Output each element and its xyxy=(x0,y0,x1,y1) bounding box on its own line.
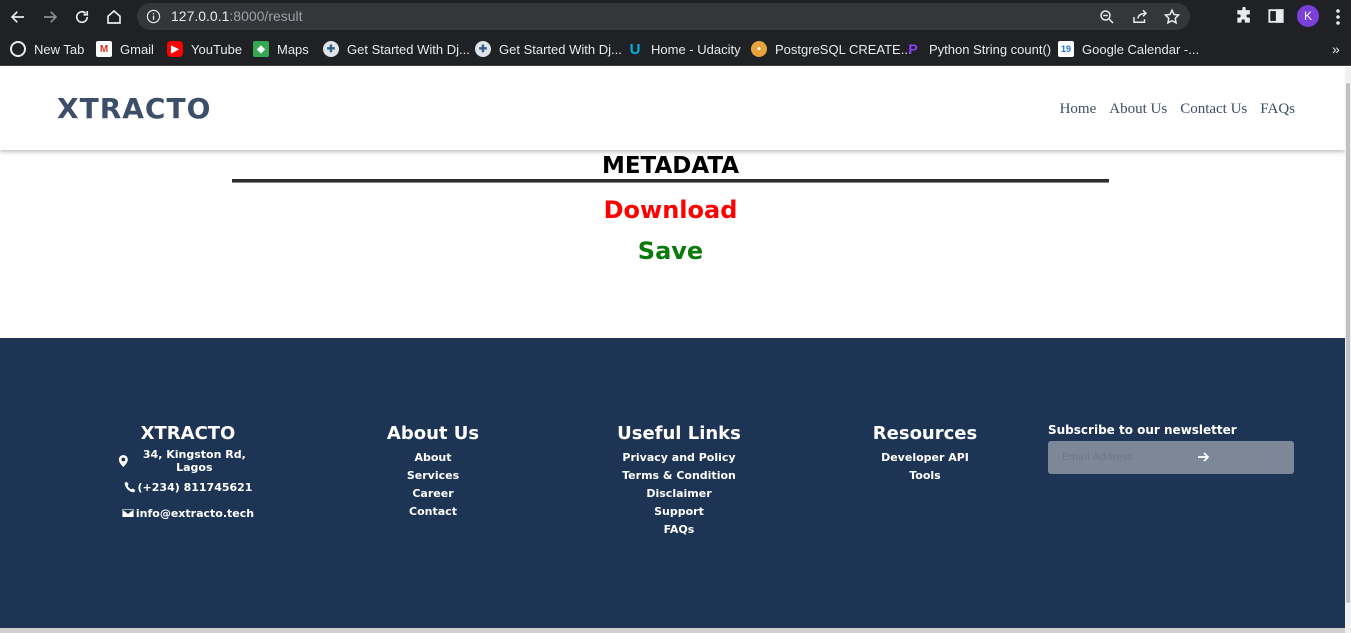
footer-link-terms[interactable]: Terms & Condition xyxy=(609,467,749,485)
python-icon: ✚ xyxy=(323,41,339,57)
footer-about-column: About Us About Services Career Contact xyxy=(373,423,493,521)
youtube-icon: ▶ xyxy=(167,41,183,57)
programiz-icon: P xyxy=(908,41,918,57)
url-text[interactable]: 127.0.0.1:8000/result xyxy=(171,8,303,24)
save-button[interactable]: Save xyxy=(0,237,1341,265)
footer-link-privacy[interactable]: Privacy and Policy xyxy=(609,449,749,467)
footer-address: 34, Kingston Rd, Lagos xyxy=(118,448,258,474)
bookmark-item[interactable]: P Python String count() xyxy=(905,40,1051,58)
address-bar[interactable]: 127.0.0.1:8000/result xyxy=(137,3,1190,30)
footer-link-tools[interactable]: Tools xyxy=(865,467,985,485)
footer-brand-title: XTRACTO xyxy=(140,423,236,444)
location-pin-icon xyxy=(118,455,128,467)
bookmark-label: Google Calendar -... xyxy=(1082,41,1200,57)
gmail-icon: M xyxy=(96,41,112,57)
share-icon[interactable] xyxy=(1131,8,1149,26)
footer-phone: (+234) 811745621 xyxy=(118,478,258,496)
site-header: XTRACTO Home About Us Contact Us FAQs xyxy=(0,67,1345,150)
footer-brand-column: XTRACTO 34, Kingston Rd, Lagos (+234) 81… xyxy=(118,423,258,522)
site-logo[interactable]: XTRACTO xyxy=(57,92,211,125)
extensions-icon[interactable] xyxy=(1234,6,1254,26)
bookmark-item[interactable]: 19 Google Calendar -... xyxy=(1058,40,1199,58)
udacity-icon: U xyxy=(629,40,641,58)
nav-home[interactable]: Home xyxy=(1060,101,1097,118)
scrollbar-thumb[interactable] xyxy=(1346,83,1350,603)
bookmarks-bar: New Tab M Gmail ▶ YouTube ◆ Maps ✚ Get S… xyxy=(0,33,1351,66)
bookmark-star-icon[interactable] xyxy=(1163,8,1181,26)
footer-link-developer-api[interactable]: Developer API xyxy=(865,449,985,467)
bookmark-label: Python String count() xyxy=(929,41,1052,57)
footer-email: info@extracto.tech xyxy=(118,504,258,522)
footer-link-disclaimer[interactable]: Disclaimer xyxy=(609,485,749,503)
bookmark-item[interactable]: ✚ Get Started With Dj... xyxy=(475,40,622,58)
footer-link-about[interactable]: About xyxy=(373,449,493,467)
globe-icon xyxy=(10,41,26,57)
nav-contact[interactable]: Contact Us xyxy=(1180,101,1247,118)
footer-link-contact[interactable]: Contact xyxy=(373,503,493,521)
page-title: METADATA xyxy=(601,153,740,179)
phone-icon xyxy=(124,481,135,493)
footer-about-title: About Us xyxy=(386,423,480,444)
browser-toolbar: 127.0.0.1:8000/result K xyxy=(0,0,1351,33)
page-scrollbar[interactable] xyxy=(1345,67,1351,633)
bookmark-item[interactable]: M Gmail xyxy=(96,40,154,58)
web-page: XTRACTO Home About Us Contact Us FAQs ME… xyxy=(0,67,1345,633)
footer-useful-title: Useful Links xyxy=(617,423,741,444)
footer-link-support[interactable]: Support xyxy=(609,503,749,521)
title-divider xyxy=(232,179,1109,183)
footer-link-career[interactable]: Career xyxy=(373,485,493,503)
back-icon[interactable] xyxy=(6,5,30,29)
python-icon: ✚ xyxy=(475,41,491,57)
bookmarks-overflow-icon[interactable]: » xyxy=(1332,41,1340,57)
menu-icon[interactable] xyxy=(1331,7,1345,27)
footer-resources-column: Resources Developer API Tools xyxy=(865,423,985,485)
postgres-icon: • xyxy=(751,41,767,57)
forward-icon[interactable] xyxy=(38,5,62,29)
site-info-icon[interactable] xyxy=(146,9,161,24)
bookmark-item[interactable]: ◆ Maps xyxy=(253,40,309,58)
download-button[interactable]: Download xyxy=(0,196,1341,224)
main-nav: Home About Us Contact Us FAQs xyxy=(1060,101,1295,118)
nav-about[interactable]: About Us xyxy=(1109,101,1167,118)
bookmark-label: Maps xyxy=(277,41,309,57)
reload-icon[interactable] xyxy=(70,5,94,29)
footer-resources-title: Resources xyxy=(872,423,978,444)
bookmark-label: YouTube xyxy=(191,41,243,57)
footer-bottom-strip xyxy=(0,628,1345,633)
bookmark-item[interactable]: • PostgreSQL CREATE... xyxy=(751,40,912,58)
side-panel-icon[interactable] xyxy=(1266,6,1286,26)
arrow-right-icon[interactable] xyxy=(1196,450,1210,464)
bookmark-item[interactable]: ✚ Get Started With Dj... xyxy=(323,40,470,58)
bookmark-label: PostgreSQL CREATE... xyxy=(775,41,912,57)
maps-icon: ◆ xyxy=(253,41,269,57)
footer-link-faqs[interactable]: FAQs xyxy=(609,521,749,539)
zoom-icon[interactable] xyxy=(1098,8,1116,26)
footer-useful-column: Useful Links Privacy and Policy Terms & … xyxy=(609,423,749,539)
calendar-icon: 19 xyxy=(1058,41,1074,57)
newsletter-title: Subscribe to our newsletter xyxy=(1048,423,1237,437)
bookmark-label: Get Started With Dj... xyxy=(499,41,622,57)
bookmark-label: Gmail xyxy=(120,41,154,57)
footer-link-services[interactable]: Services xyxy=(373,467,493,485)
bookmark-item[interactable]: U Home - Udacity xyxy=(627,40,741,58)
bookmark-label: Get Started With Dj... xyxy=(347,41,470,57)
site-footer: XTRACTO 34, Kingston Rd, Lagos (+234) 81… xyxy=(0,338,1345,628)
bookmark-label: Home - Udacity xyxy=(651,41,741,57)
bookmark-label: New Tab xyxy=(34,41,85,57)
envelope-icon xyxy=(121,508,134,518)
nav-faqs[interactable]: FAQs xyxy=(1260,101,1295,118)
bookmark-item[interactable]: ▶ YouTube xyxy=(167,40,242,58)
home-icon[interactable] xyxy=(102,5,126,29)
newsletter-form xyxy=(1048,441,1294,474)
profile-avatar[interactable]: K xyxy=(1297,5,1319,27)
bookmark-item[interactable]: New Tab xyxy=(10,40,84,58)
